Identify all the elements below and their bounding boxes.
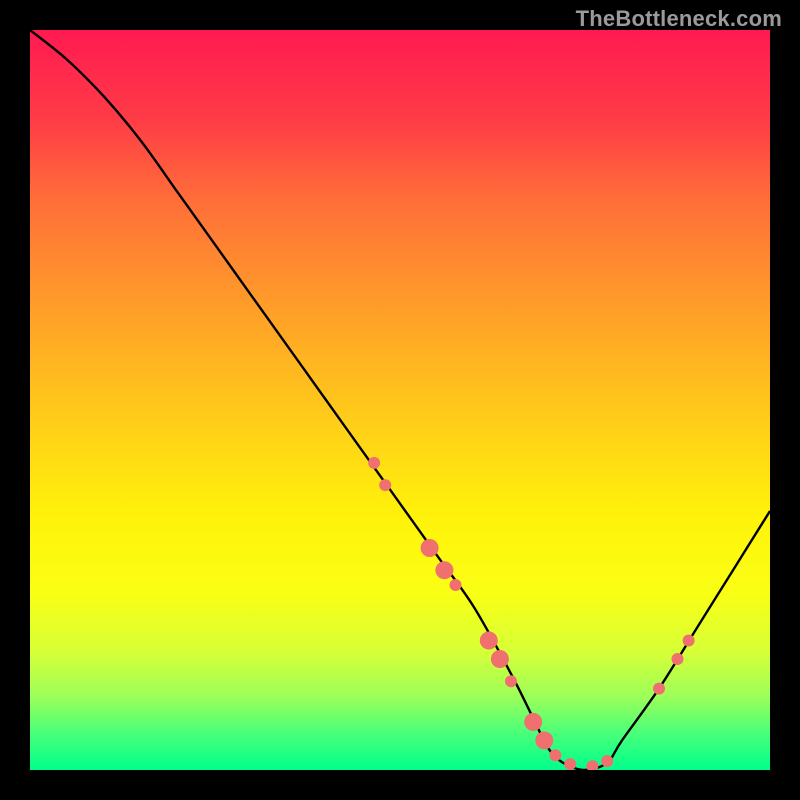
marker-point	[672, 653, 684, 665]
marker-point	[564, 758, 576, 770]
bottleneck-curve	[30, 30, 770, 770]
marker-point	[505, 675, 517, 687]
marker-point	[549, 749, 561, 761]
marker-point	[450, 579, 462, 591]
plot-area	[30, 30, 770, 770]
marker-point	[535, 731, 553, 749]
marker-point	[601, 755, 613, 767]
marker-point	[586, 760, 598, 770]
marker-point	[435, 561, 453, 579]
marker-point	[480, 632, 498, 650]
chart-svg	[30, 30, 770, 770]
marker-point	[368, 457, 380, 469]
marker-point	[653, 683, 665, 695]
watermark-text: TheBottleneck.com	[576, 6, 782, 32]
marker-point	[524, 713, 542, 731]
marker-point	[379, 479, 391, 491]
marker-point	[491, 650, 509, 668]
chart-container: TheBottleneck.com	[0, 0, 800, 800]
marker-group	[368, 457, 694, 770]
marker-point	[683, 635, 695, 647]
marker-point	[421, 539, 439, 557]
